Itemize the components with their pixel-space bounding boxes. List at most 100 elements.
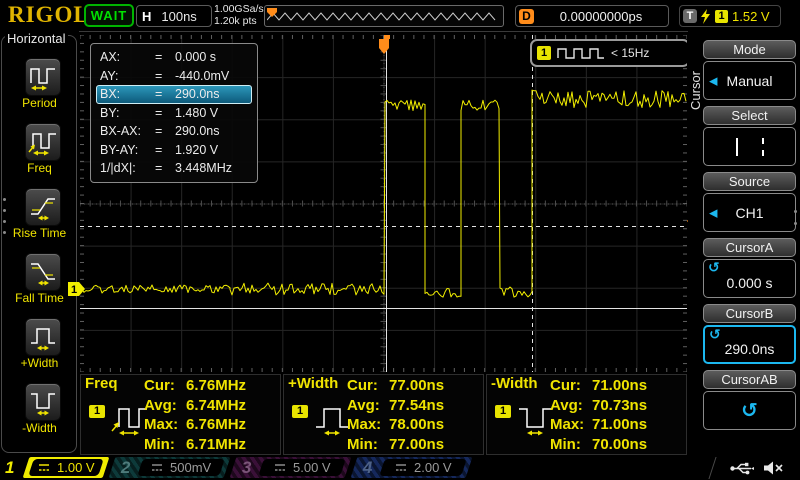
menu-item-mode[interactable]: Mode Manual [703,40,796,100]
usb-icon [730,462,754,475]
thumbnail-trigger-marker-icon [267,8,277,17]
measurement-panel-pos-width[interactable]: +Width 1 Cur:77.00ns Avg:77.54ns Max:78.… [283,374,484,455]
stat-value: 77.54ns [389,397,444,414]
fall-time-icon [28,257,58,287]
pos-width-channel-badge: 1 [292,405,308,418]
dc-coupling-icon [151,463,163,472]
right-softkey-menu: Cursor Mode Manual Select Source CH1 Cur… [688,31,800,456]
pos-width-label: +Width [0,356,79,370]
equals-sign: = [155,106,175,120]
channel1-number: 1 [5,458,14,478]
stat-value: 6.76MHz [186,416,246,433]
channel4-scale-box: 2.00 V [379,459,467,476]
stat-value: 77.00ns [389,436,444,453]
left-measure-menu: Horizontal Period [0,31,79,456]
left-scroll-dot [3,198,6,201]
measurement-panel-freq[interactable]: Freq 1 Cur:6.76MHz Avg:6.74MHz Max:6.76M… [80,374,281,455]
stat-value: 78.00ns [389,416,444,433]
cursor-b-button[interactable]: 290.0ns [703,325,796,364]
equals-sign: = [155,69,175,83]
left-menu-title: Horizontal [5,31,68,46]
channel4-badge[interactable]: 4 2.00 V [351,457,473,478]
menu-item-cursor-b[interactable]: CursorB 290.0ns [703,304,796,364]
freq-button[interactable] [25,123,61,161]
pos-width-button[interactable] [25,318,61,356]
stat-value: 6.71MHz [186,436,246,453]
channel3-scale-box: 5.00 V [258,459,346,476]
stat-value: 6.74MHz [186,397,246,414]
stat-name: Max: [144,416,186,433]
freq-channel-badge: 1 [89,405,105,418]
svg-text:1: 1 [71,284,77,296]
sample-rate: 1.00GSa/s [214,3,264,15]
rise-time-button[interactable] [25,188,61,226]
equals-sign: = [155,161,175,175]
left-scroll-dot [3,231,6,234]
readout-name: BX-AX: [97,124,155,138]
neg-width-button[interactable] [25,383,61,421]
top-status-bar: RIGOL WAIT H 100ns 1.00GSa/s 1.20k pts D… [0,0,800,32]
readout-row-inv-dx: 1/|dX|: = 3.448MHz [96,159,252,178]
channel2-number: 2 [121,458,135,478]
readout-value: 0.000 s [175,50,251,64]
stat-name: Avg: [550,397,592,414]
knob-rotate-icon [741,398,758,423]
equals-sign: = [155,87,175,101]
right-scroll-dot [794,210,797,213]
rise-time-label: Rise Time [0,226,79,240]
run-status-badge: WAIT [84,4,134,27]
stat-value: 6.76MHz [186,377,246,394]
period-label: Period [0,96,79,110]
menu-item-source[interactable]: Source CH1 [703,172,796,232]
freq-stats: Cur:6.76MHz Avg:6.74MHz Max:6.76MHz Min:… [144,376,246,454]
period-button[interactable] [25,58,61,96]
menu-item-select[interactable]: Select [703,106,796,166]
readout-row-ax: AX: = 0.000 s [96,48,252,67]
stat-name: Cur: [144,377,186,394]
triangle-left-icon [709,74,717,87]
stat-value: 77.00ns [389,377,444,394]
delay-badge-icon: D [519,9,534,24]
channel2-badge[interactable]: 2 500mV [109,457,231,478]
readout-row-by-ay: BY-AY: = 1.920 V [96,141,252,160]
square-wave-icon [557,46,605,60]
channel3-number: 3 [242,458,256,478]
measurement-panel-neg-width[interactable]: -Width 1 Cur:71.00ns Avg:70.73ns Max:71.… [486,374,687,455]
cursor-ab-button[interactable] [703,391,796,430]
source-value: CH1 [735,205,763,221]
timebase-value: 100ns [161,9,196,24]
right-scroll-dot [794,222,797,225]
channel3-badge[interactable]: 3 5.00 V [230,457,352,478]
freq-panel-label: Freq [85,375,118,392]
horizontal-label: H [142,9,151,24]
cursor-a-button[interactable]: 0.000 s [703,259,796,298]
dc-coupling-icon [395,463,407,472]
menu-item-cursor-ab[interactable]: CursorAB [703,370,796,430]
menu-tab-title: Cursor [688,45,703,135]
mode-button[interactable]: Manual [703,61,796,100]
readout-name: BX: [97,87,155,101]
mode-title: Mode [703,40,796,59]
source-title: Source [703,172,796,191]
select-button[interactable] [703,127,796,166]
stat-name: Min: [144,436,186,453]
source-button[interactable]: CH1 [703,193,796,232]
neg-width-label: -Width [0,421,79,435]
trigger-status-box: T 1 1.52 V [679,5,781,27]
neg-width-stats: Cur:71.00ns Avg:70.73ns Max:71.00ns Min:… [550,376,647,454]
thumbnail-waveform-icon [267,8,499,24]
trigger-delay-box: D 0.00000000ps [515,5,669,27]
cursor-b-value: 290.0ns [725,341,775,357]
dc-coupling-icon [274,463,286,472]
stat-name: Avg: [144,397,186,414]
stat-name: Max: [347,416,389,433]
menu-item-cursor-a[interactable]: CursorA 0.000 s [703,238,796,298]
cursor-b-bar-icon [762,138,764,156]
readout-row-ay: AY: = -440.0mV [96,67,252,86]
pos-width-icon [28,322,58,352]
knob-rotate-icon [709,326,721,343]
channel1-badge[interactable]: 1.00 V [23,457,110,478]
select-title: Select [703,106,796,125]
fall-time-button[interactable] [25,253,61,291]
trigger-position-marker-icon [376,35,392,55]
